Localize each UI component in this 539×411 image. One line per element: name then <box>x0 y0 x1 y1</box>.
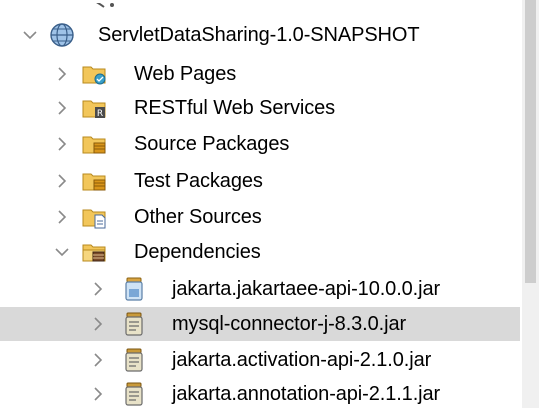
chevron-down-icon[interactable] <box>52 242 72 262</box>
tree-node-web-pages[interactable]: Web Pages <box>0 57 520 91</box>
tree-node-restful-web-services[interactable]: R RESTful Web Services <box>0 91 520 125</box>
other-sources-folder-icon <box>82 209 106 229</box>
dependencies-folder-icon <box>82 244 106 262</box>
node-label: Dependencies <box>134 241 261 263</box>
jar-icon <box>125 348 143 372</box>
jar-icon <box>125 312 143 336</box>
chevron-right-icon[interactable] <box>88 279 108 299</box>
chevron-right-icon[interactable] <box>52 98 72 118</box>
node-label: Test Packages <box>134 170 263 192</box>
jar-icon <box>125 277 143 301</box>
chevron-right-icon[interactable] <box>52 207 72 227</box>
clipped-item-above <box>0 0 520 10</box>
node-label: RESTful Web Services <box>134 97 336 119</box>
chevron-right-icon[interactable] <box>88 350 108 370</box>
tree-node-jar[interactable]: jakarta.activation-api-2.1.0.jar <box>0 343 520 377</box>
node-label: jakarta.jakartaee-api-10.0.0.jar <box>172 278 441 300</box>
chevron-right-icon[interactable] <box>52 64 72 84</box>
tree-node-jar-selected[interactable]: mysql-connector-j-8.3.0.jar <box>0 307 520 341</box>
node-label: Web Pages <box>134 63 237 85</box>
tree-node-jar[interactable]: jakarta.annotation-api-2.1.1.jar <box>0 377 520 411</box>
tree-node-source-packages[interactable]: Source Packages <box>0 127 520 161</box>
vertical-scrollbar[interactable] <box>522 0 539 408</box>
chevron-right-icon[interactable] <box>52 134 72 154</box>
jar-icon <box>125 382 143 406</box>
restful-folder-icon: R <box>82 100 106 119</box>
tree-node-test-packages[interactable]: Test Packages <box>0 164 520 198</box>
node-label: jakarta.activation-api-2.1.0.jar <box>172 349 432 371</box>
chevron-right-icon[interactable] <box>88 384 108 404</box>
tree-node-other-sources[interactable]: Other Sources <box>0 200 520 234</box>
node-label: Other Sources <box>134 206 262 228</box>
tree-node-jar[interactable]: jakarta.jakartaee-api-10.0.0.jar <box>0 272 520 306</box>
node-label: Source Packages <box>134 133 290 155</box>
project-label: ServletDataSharing-1.0-SNAPSHOT <box>98 24 420 46</box>
node-label: jakarta.annotation-api-2.1.1.jar <box>172 383 441 405</box>
svg-text:R: R <box>97 109 103 119</box>
test-packages-folder-icon <box>82 173 106 191</box>
clipped-icon <box>90 0 114 8</box>
web-pages-folder-icon <box>82 66 106 85</box>
chevron-right-icon[interactable] <box>52 171 72 191</box>
tree-node-project[interactable]: ServletDataSharing-1.0-SNAPSHOT <box>0 18 520 52</box>
chevron-down-icon[interactable] <box>20 25 40 45</box>
tree-node-dependencies[interactable]: Dependencies <box>0 235 520 269</box>
chevron-right-icon[interactable] <box>88 314 108 334</box>
globe-project-icon <box>50 23 74 47</box>
scrollbar-thumb[interactable] <box>525 0 536 283</box>
source-packages-folder-icon <box>82 136 106 154</box>
node-label: mysql-connector-j-8.3.0.jar <box>172 313 407 335</box>
